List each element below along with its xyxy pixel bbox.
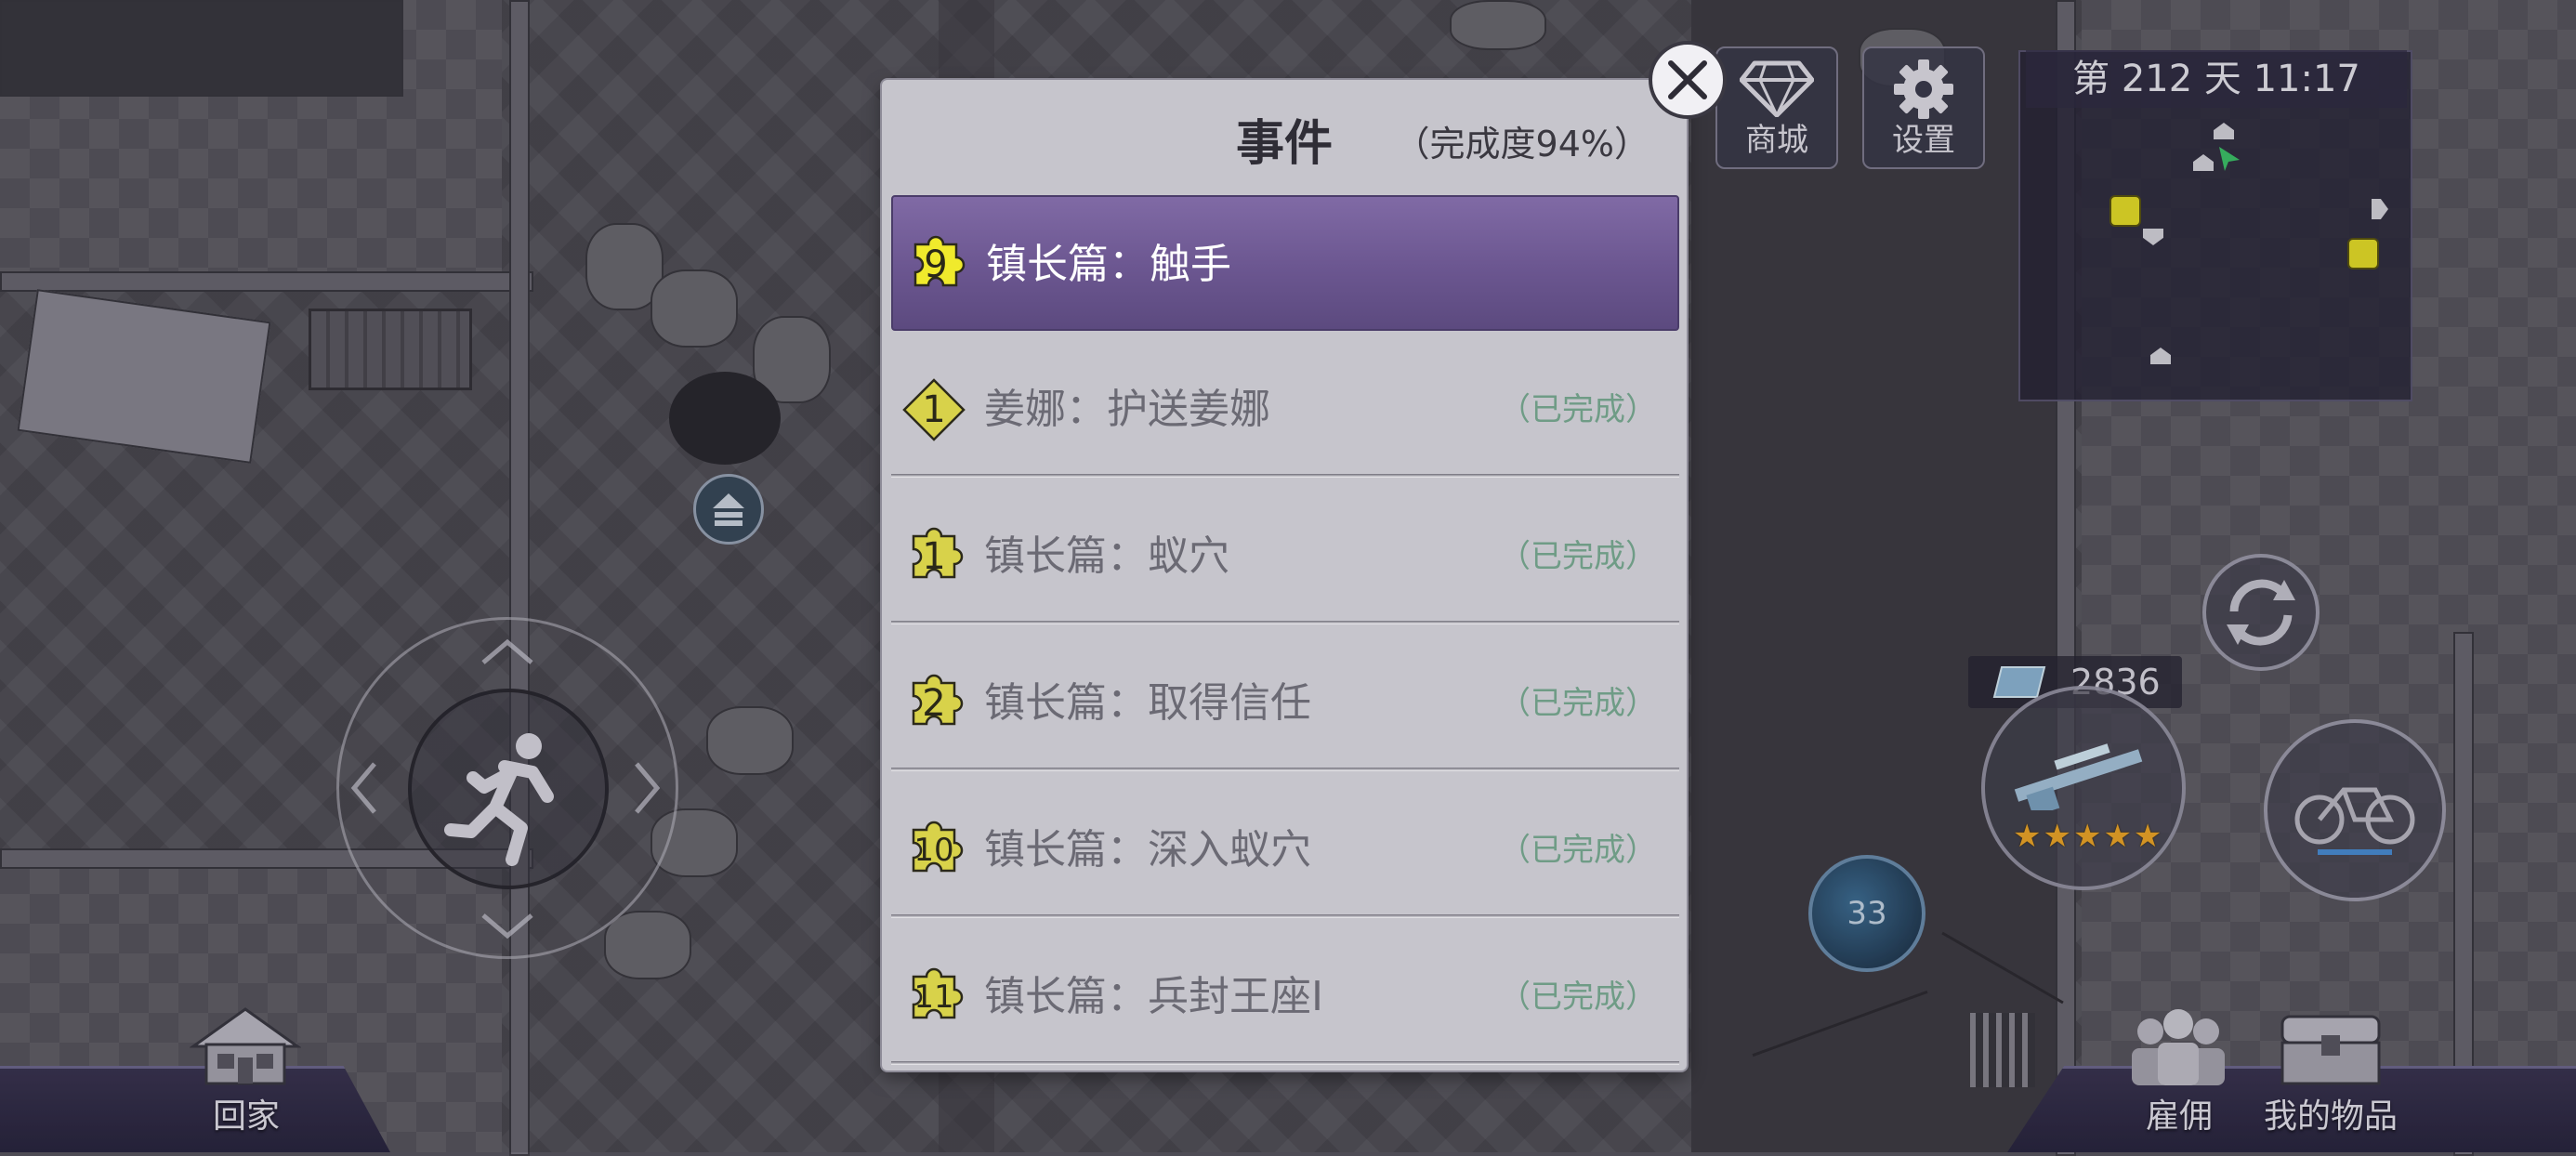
event-row[interactable]: 1 姜娜：护送姜娜 （已完成） (891, 342, 1679, 478)
close-button[interactable] (1649, 41, 1727, 119)
event-status: （已完成） (1499, 391, 1657, 428)
event-title: 姜娜：护送姜娜 (984, 386, 1270, 433)
event-row[interactable]: 11 镇长篇：兵封王座I （已完成） (891, 929, 1679, 1065)
puzzle-icon: 2 (900, 670, 967, 737)
event-number: 9 (924, 243, 948, 286)
event-status: （已完成） (1499, 979, 1657, 1016)
row-divider (891, 474, 1679, 478)
close-icon (1668, 60, 1707, 99)
row-divider (891, 1061, 1679, 1065)
event-status: （已完成） (1499, 832, 1657, 869)
puzzle-icon: 11 (900, 964, 967, 1031)
event-row[interactable]: 10 镇长篇：深入蚁穴 （已完成） (891, 782, 1679, 918)
row-divider (891, 768, 1679, 771)
event-title: 镇长篇：深入蚁穴 (984, 826, 1311, 874)
event-row[interactable]: 9 镇长篇：触手 (891, 195, 1679, 331)
puzzle-icon: 10 (900, 817, 967, 884)
event-number: 11 (913, 979, 954, 1016)
event-status: （已完成） (1499, 685, 1657, 722)
puzzle-icon: 1 (900, 523, 967, 590)
completion-progress: （完成度94%） (1394, 124, 1649, 164)
event-number: 10 (913, 832, 954, 869)
event-number: 1 (922, 535, 946, 578)
event-title: 镇长篇：蚁穴 (984, 532, 1229, 580)
puzzle-icon: 9 (902, 231, 969, 298)
event-row[interactable]: 1 镇长篇：蚁穴 （已完成） (891, 489, 1679, 624)
event-status: （已完成） (1499, 538, 1657, 575)
event-title: 镇长篇：兵封王座I (984, 973, 1323, 1020)
diamond-icon: 1 (900, 376, 967, 443)
event-row[interactable]: 2 镇长篇：取得信任 （已完成） (891, 636, 1679, 771)
event-number: 2 (922, 682, 946, 725)
event-number: 1 (922, 388, 946, 431)
row-divider (891, 914, 1679, 918)
row-divider (891, 621, 1679, 624)
event-title: 镇长篇：取得信任 (984, 679, 1311, 727)
event-dialog: 事件 （完成度94%） 9 镇长篇：触手 1 姜娜：护送姜娜 （已完成） 1 镇长篇：蚁穴（… (882, 80, 1687, 1071)
event-title: 镇长篇：触手 (986, 241, 1231, 288)
